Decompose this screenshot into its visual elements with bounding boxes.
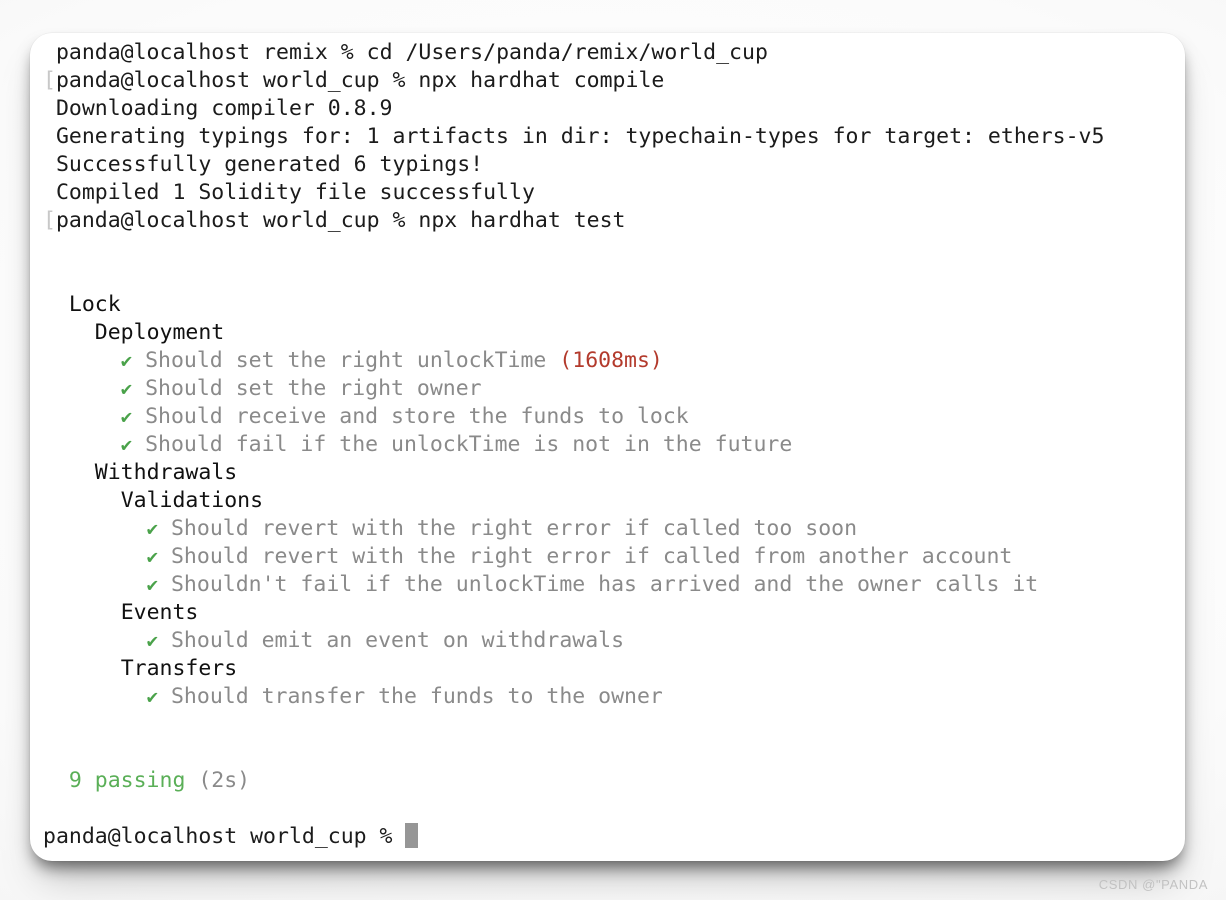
output-text: Successfully generated 6 typings! [55,152,484,177]
test-title: Should set the right unlockTime [132,348,547,373]
test-title: Shouldn't fail if the unlockTime has arr… [158,572,1039,597]
terminal-active-prompt[interactable]: panda@localhost world_cup % [30,823,1185,851]
check-icon: ✔ [146,518,159,540]
test-title: Should receive and store the funds to lo… [132,404,689,429]
test-suite-heading: Deployment [30,319,1185,347]
suite-label: Deployment [94,320,225,345]
test-result-row: ✔ Should set the right unlockTime (1608m… [30,347,1185,375]
test-suite-heading: Withdrawals [30,459,1185,487]
prompt-text: panda@localhost world_cup % [43,824,406,849]
terminal-prompt-line: [panda@localhost world_cup % npx hardhat… [30,67,1185,95]
output-text: Compiled 1 Solidity file successfully [55,180,535,205]
test-suite-heading: Events [30,599,1185,627]
test-suite-heading: Validations [30,487,1185,515]
test-title: Should revert with the right error if ca… [158,544,1013,569]
prompt-text: panda@localhost remix % [55,40,367,65]
test-title: Should fail if the unlockTime is not in … [132,432,793,457]
test-result-row: ✔ Shouldn't fail if the unlockTime has a… [30,571,1185,599]
terminal-window[interactable]: panda@localhost remix % cd /Users/panda/… [30,33,1185,861]
check-icon: ✔ [120,406,133,428]
terminal-output-area[interactable]: panda@localhost remix % cd /Users/panda/… [30,33,1185,861]
test-suite-heading: Transfers [30,655,1185,683]
test-title: Should revert with the right error if ca… [158,516,858,541]
suite-label: Events [120,600,199,625]
prompt-bracket [43,40,56,65]
suite-label: Lock [68,292,121,317]
terminal-prompt-line: panda@localhost remix % cd /Users/panda/… [30,39,1185,67]
output-text: Generating typings for: 1 artifacts in d… [55,124,1105,149]
suite-label: Transfers [120,656,238,681]
check-icon: ✔ [120,378,133,400]
line-gutter [43,124,56,149]
output-text: Downloading compiler 0.8.9 [55,96,393,121]
elapsed-time: (2s) [185,768,251,793]
terminal-output-line: Compiled 1 Solidity file successfully [30,179,1185,207]
prompt-text: panda@localhost world_cup % [55,68,419,93]
passing-count: 9 passing [68,768,186,793]
terminal-output-line: Generating typings for: 1 artifacts in d… [30,123,1185,151]
test-result-row: ✔ Should transfer the funds to the owner [30,683,1185,711]
check-icon: ✔ [146,574,159,596]
test-suite-heading: Lock [30,291,1185,319]
test-result-row: ✔ Should set the right owner [30,375,1185,403]
terminal-output-line: Successfully generated 6 typings! [30,151,1185,179]
test-result-row: ✔ Should revert with the right error if … [30,543,1185,571]
suite-label: Withdrawals [94,460,238,485]
command-text: cd /Users/panda/remix/world_cup [366,40,768,65]
suite-label: Validations [120,488,264,513]
terminal-prompt-line: [panda@localhost world_cup % npx hardhat… [30,207,1185,235]
block-cursor [405,823,419,848]
check-icon: ✔ [120,434,133,456]
check-icon: ✔ [120,350,133,372]
prompt-bracket: [ [43,208,56,233]
command-text: npx hardhat test [418,208,626,233]
test-title: Should transfer the funds to the owner [158,684,663,709]
check-icon: ✔ [146,630,159,652]
test-result-row: ✔ Should fail if the unlockTime is not i… [30,431,1185,459]
prompt-bracket: [ [43,68,56,93]
csdn-watermark: CSDN @"PANDA [1098,877,1208,892]
test-summary-line: 9 passing (2s) [30,767,1185,795]
command-text: npx hardhat compile [418,68,665,93]
line-gutter [43,180,56,205]
test-duration: (1608ms) [546,348,663,373]
line-gutter [43,96,56,121]
test-title: Should emit an event on withdrawals [158,628,625,653]
test-title: Should set the right owner [132,376,482,401]
prompt-text: panda@localhost world_cup % [55,208,419,233]
test-result-row: ✔ Should receive and store the funds to … [30,403,1185,431]
check-icon: ✔ [146,686,159,708]
test-result-row: ✔ Should revert with the right error if … [30,515,1185,543]
check-icon: ✔ [146,546,159,568]
screenshot-root: panda@localhost remix % cd /Users/panda/… [0,0,1226,900]
line-gutter [43,152,56,177]
test-result-row: ✔ Should emit an event on withdrawals [30,627,1185,655]
terminal-output-line: Downloading compiler 0.8.9 [30,95,1185,123]
